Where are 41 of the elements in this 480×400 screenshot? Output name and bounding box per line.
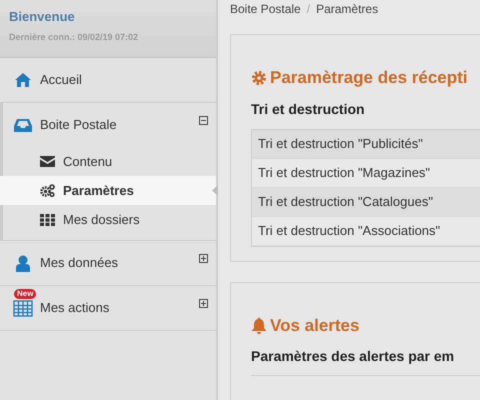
user-icon: [15, 254, 31, 272]
submenu-item[interactable]: Contenu: [0, 147, 216, 176]
nav-label: Mes actions: [40, 299, 110, 318]
grid-icon: [40, 214, 55, 226]
section-title: Vos alertes: [270, 314, 360, 336]
breadcrumb-separator: /: [306, 1, 310, 18]
nav-item[interactable]: Boite Postale: [12, 103, 216, 147]
breadcrumb-link[interactable]: Paramètres: [316, 0, 378, 18]
nav-item[interactable]: Mes données: [12, 241, 216, 285]
submenu-label: Contenu: [63, 152, 112, 171]
expand-icon[interactable]: [199, 299, 208, 308]
inbox-icon: [14, 118, 32, 132]
collapse-icon[interactable]: [199, 116, 208, 125]
last-login-text: Dernière conn.: 09/02/19 07:02: [9, 31, 138, 44]
nav-label: Mes données: [40, 254, 120, 272]
welcome-title: Bienvenue: [9, 9, 75, 25]
caret-icon: [212, 185, 218, 196]
gear-icon: [251, 70, 267, 86]
nav-item[interactable]: Accueil: [12, 58, 216, 102]
nav-item[interactable]: New Mes actions: [12, 286, 216, 330]
table-cell: Tri et destruction "Catalogues": [252, 188, 480, 216]
breadcrumb-link[interactable]: Boite Postale: [230, 0, 301, 18]
section-subtitle: Tri et destruction: [251, 100, 365, 118]
expand-icon[interactable]: [199, 254, 208, 263]
section-subtitle: Paramètres des alertes par em: [251, 347, 454, 366]
house-icon: [14, 72, 32, 88]
table-cell: Tri et destruction "Publicités": [252, 130, 480, 158]
submenu-item[interactable]: Mes dossiers: [0, 205, 216, 234]
gears-icon: [40, 184, 55, 197]
calendar-icon: [13, 299, 33, 317]
nav-label: Boite Postale: [40, 116, 118, 134]
table-cell: Tri et destruction "Magazines": [252, 158, 480, 188]
submenu-item[interactable]: Paramètres: [0, 176, 216, 205]
table-cell: Tri et destruction "Associations": [252, 216, 480, 246]
submenu-label: Paramètres: [63, 182, 134, 200]
envelope-icon: [40, 156, 55, 167]
bell-icon: [251, 316, 267, 334]
submenu-label: Mes dossiers: [63, 210, 140, 229]
new-badge: New: [14, 289, 36, 299]
section-title: Paramètrage des récepti: [270, 67, 468, 89]
nav-label: Accueil: [40, 71, 83, 90]
